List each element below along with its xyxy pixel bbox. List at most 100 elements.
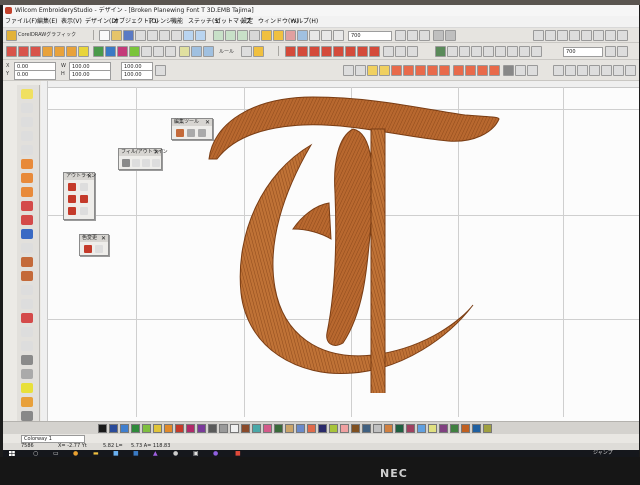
- travel-icon[interactable]: [321, 30, 332, 41]
- palette-swatch[interactable]: [98, 424, 107, 433]
- settings-icon[interactable]: [445, 30, 456, 41]
- palette-swatch[interactable]: [329, 424, 338, 433]
- palette-swatch[interactable]: [417, 424, 426, 433]
- reshape-icon[interactable]: [141, 46, 152, 57]
- search-icon[interactable]: ○: [33, 450, 38, 457]
- palette-swatch[interactable]: [153, 424, 162, 433]
- underlay-icon[interactable]: [395, 46, 406, 57]
- palette-swatch[interactable]: [120, 424, 129, 433]
- hole-icon[interactable]: [21, 355, 33, 365]
- folder-icon[interactable]: ▬: [93, 450, 99, 457]
- group-icon[interactable]: [581, 30, 592, 41]
- refresh-icon[interactable]: [419, 30, 430, 41]
- fill-tool-icon[interactable]: [122, 159, 130, 167]
- y-field[interactable]: 0.00: [14, 70, 56, 80]
- more-icon[interactable]: [617, 46, 628, 57]
- palette-swatch[interactable]: [219, 424, 228, 433]
- palette-swatch[interactable]: [406, 424, 415, 433]
- unlock-icon[interactable]: [617, 30, 628, 41]
- outlook-icon[interactable]: ■: [133, 450, 139, 457]
- palette-swatch[interactable]: [362, 424, 371, 433]
- lock-icon[interactable]: [605, 30, 616, 41]
- polygon-select-icon[interactable]: [21, 103, 33, 113]
- view-e-icon[interactable]: [601, 65, 612, 76]
- grid-icon[interactable]: [261, 30, 272, 41]
- stitch-type-h-icon[interactable]: [369, 46, 380, 57]
- step-stitch-icon[interactable]: [415, 65, 426, 76]
- new-file-icon[interactable]: [99, 30, 110, 41]
- view-c-icon[interactable]: [577, 65, 588, 76]
- rotate-icon[interactable]: [203, 46, 214, 57]
- palette-swatch[interactable]: [472, 424, 481, 433]
- menu-edit[interactable]: 編集(E): [37, 16, 57, 27]
- contour-icon[interactable]: [477, 65, 488, 76]
- view-b-icon[interactable]: [565, 65, 576, 76]
- optimize-icon[interactable]: [471, 46, 482, 57]
- slow-redraw-icon[interactable]: [333, 30, 344, 41]
- view-f-icon[interactable]: [613, 65, 624, 76]
- tatami-icon[interactable]: [66, 46, 77, 57]
- palette-swatch[interactable]: [428, 424, 437, 433]
- input-c-icon[interactable]: [30, 46, 41, 57]
- sparkle-icon[interactable]: [21, 397, 33, 407]
- outline-tool-icon[interactable]: [80, 183, 88, 191]
- color-change-icon[interactable]: [95, 245, 103, 253]
- stitch-type-f-icon[interactable]: [345, 46, 356, 57]
- palette-swatch[interactable]: [483, 424, 492, 433]
- color-change-icon[interactable]: [84, 245, 92, 253]
- edit-tool-icon[interactable]: [176, 129, 184, 137]
- knife-icon[interactable]: [153, 46, 164, 57]
- stitch-length-field[interactable]: 700: [563, 47, 603, 57]
- trapunto-icon[interactable]: [515, 65, 526, 76]
- satin-stitch-icon[interactable]: [391, 65, 402, 76]
- digitize-a-icon[interactable]: [21, 159, 33, 169]
- stitch-type-d-icon[interactable]: [321, 46, 332, 57]
- app-icon[interactable]: ■: [113, 450, 119, 457]
- digitize-b-icon[interactable]: [21, 173, 33, 183]
- travel-tool-icon[interactable]: [21, 145, 33, 155]
- app-icon[interactable]: ●: [213, 450, 218, 457]
- view-a-icon[interactable]: [553, 65, 564, 76]
- lettering-icon[interactable]: [93, 46, 104, 57]
- menu-view[interactable]: 表示(V): [61, 16, 82, 27]
- digitize-c-icon[interactable]: [21, 187, 33, 197]
- align-icon[interactable]: [343, 65, 354, 76]
- measure-icon[interactable]: [309, 30, 320, 41]
- weld-icon[interactable]: [241, 46, 252, 57]
- fill-tool-icon[interactable]: [132, 159, 140, 167]
- color-blend-icon[interactable]: [495, 46, 506, 57]
- palette-swatch[interactable]: [131, 424, 140, 433]
- cross-stitch-icon[interactable]: [489, 65, 500, 76]
- zoom-field[interactable]: 700: [348, 31, 392, 41]
- palette-swatch[interactable]: [263, 424, 272, 433]
- mode-label[interactable]: CorelDRAWグラフィック: [18, 31, 76, 38]
- app-icon[interactable]: ●: [173, 450, 178, 457]
- outline-tool-icon[interactable]: [80, 195, 88, 203]
- close-icon[interactable]: ✕: [101, 235, 106, 242]
- palette-swatch[interactable]: [252, 424, 261, 433]
- shape-rect-icon[interactable]: [21, 215, 33, 225]
- palette-swatch[interactable]: [142, 424, 151, 433]
- blackwork-icon[interactable]: [21, 285, 33, 295]
- circle-tool-icon[interactable]: [21, 369, 33, 379]
- colorway-select[interactable]: Colorway 1: [21, 435, 85, 443]
- offset-tool-icon[interactable]: [21, 327, 33, 337]
- palette-swatch[interactable]: [230, 424, 239, 433]
- stitch-type-e-icon[interactable]: [333, 46, 344, 57]
- offset-icon[interactable]: [527, 65, 538, 76]
- fancy-fill-icon[interactable]: [439, 65, 450, 76]
- app-icon[interactable]: ▲: [153, 450, 158, 457]
- input-b-icon[interactable]: [18, 46, 29, 57]
- view-d-icon[interactable]: [589, 65, 600, 76]
- palette-swatch[interactable]: [384, 424, 393, 433]
- wilcom-taskbar-icon[interactable]: ■: [235, 450, 241, 457]
- couching-icon[interactable]: [21, 271, 33, 281]
- fill-stitch-icon[interactable]: [367, 65, 378, 76]
- stitch-type-a-icon[interactable]: [285, 46, 296, 57]
- outline-tool-icon[interactable]: [21, 299, 33, 309]
- lightbulb-icon[interactable]: [6, 30, 17, 41]
- zoom-out-icon[interactable]: [225, 30, 236, 41]
- stitch-type-g-icon[interactable]: [357, 46, 368, 57]
- palette-swatch[interactable]: [351, 424, 360, 433]
- align-left-icon[interactable]: [533, 30, 544, 41]
